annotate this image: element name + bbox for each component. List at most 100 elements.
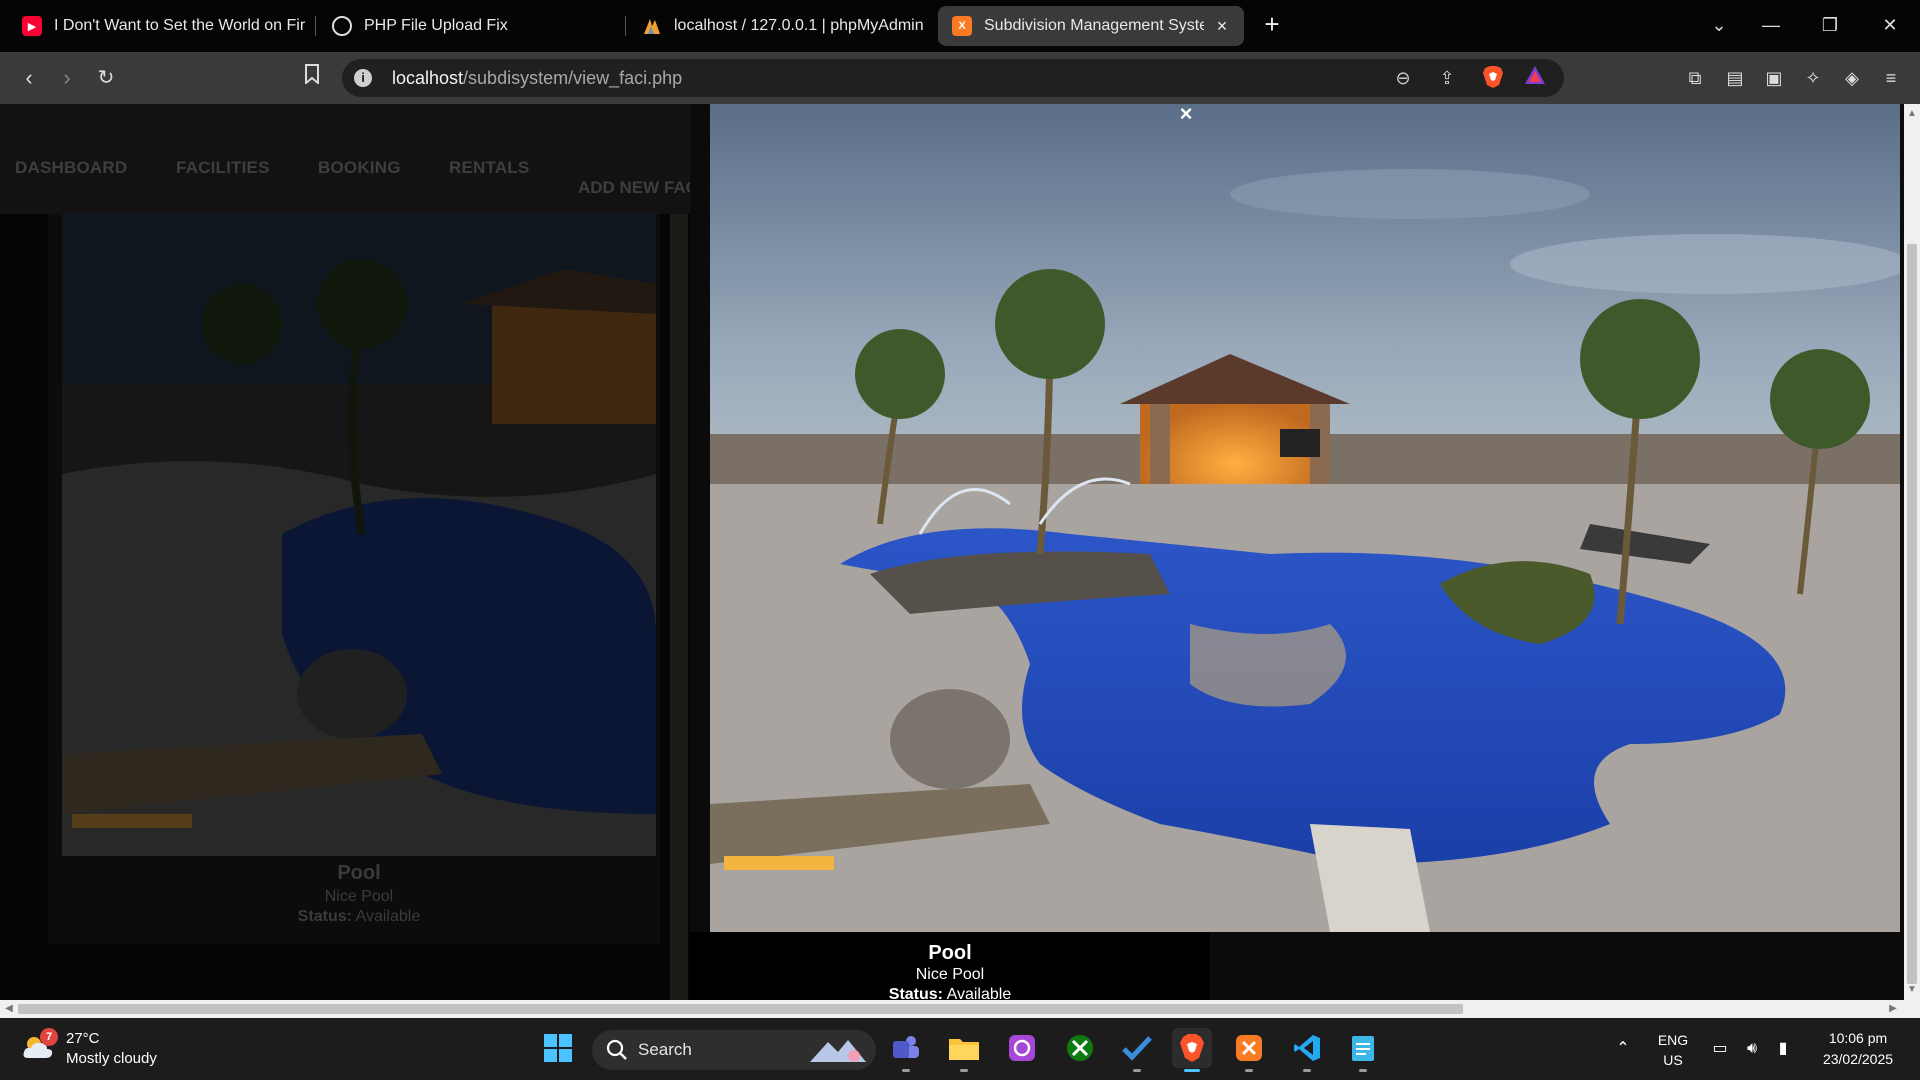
close-tab-icon[interactable]: ×	[1212, 16, 1232, 36]
facility-card-description: Nice Pool	[324, 888, 394, 905]
show-hidden-icons-chevron-icon[interactable]: ⌃	[1612, 1038, 1634, 1060]
tab-php-file-upload[interactable]: PHP File Upload Fix	[318, 6, 618, 46]
tab-title: Subdivision Management Syste	[984, 17, 1204, 34]
running-indicator	[1303, 1069, 1311, 1072]
vpn-shield-icon[interactable]: ◈	[1838, 64, 1866, 92]
tab-separator	[315, 16, 316, 36]
running-indicator	[1359, 1069, 1367, 1072]
tab-title: localhost / 127.0.0.1 | phpMyAdmin	[674, 17, 924, 34]
notepad-app[interactable]	[1343, 1028, 1383, 1072]
leo-ai-icon[interactable]: ✧	[1799, 64, 1827, 92]
next-card-edge	[670, 214, 688, 1000]
weather-description: Mostly cloudy	[66, 1050, 157, 1067]
nav-booking[interactable]: BOOKING	[318, 158, 401, 178]
network-icon[interactable]: ▭	[1709, 1038, 1731, 1060]
teams-icon	[893, 1036, 919, 1058]
bookmark-icon[interactable]	[298, 64, 326, 92]
todo-app[interactable]	[1117, 1028, 1157, 1072]
scroll-up-arrow-icon[interactable]: ▲	[1904, 106, 1920, 122]
vertical-scroll-thumb[interactable]	[1907, 244, 1917, 984]
xampp-app[interactable]	[1229, 1028, 1269, 1072]
page-viewport: DASHBOARD FACILITIES BOOKING RENTALS ADD…	[0, 104, 1904, 1000]
vscode-app[interactable]	[1287, 1028, 1327, 1072]
tab-phpmyadmin[interactable]: localhost / 127.0.0.1 | phpMyAdmin	[628, 6, 928, 46]
language-indicator-line2[interactable]: US	[1656, 1052, 1690, 1068]
chatgpt-icon	[332, 16, 352, 36]
url-text[interactable]: localhost/subdisystem/view_faci.php	[392, 68, 682, 89]
site-navbar: DASHBOARD FACILITIES BOOKING RENTALS ADD…	[0, 104, 690, 214]
weather-widget[interactable]: 7 27°C Mostly cloudy	[18, 1026, 198, 1072]
taskbar-search[interactable]: Search	[592, 1030, 876, 1070]
scroll-down-arrow-icon[interactable]: ▼	[1904, 982, 1920, 998]
weather-badge: 7	[40, 1028, 58, 1046]
brave-shields-icon[interactable]	[1480, 65, 1506, 91]
tab-title: I Don't Want to Set the World on Fir	[54, 17, 306, 34]
checkmark-icon	[1122, 1036, 1152, 1061]
share-icon[interactable]: ⇪	[1434, 65, 1460, 91]
search-highlight-icon	[810, 1040, 866, 1062]
running-indicator	[960, 1069, 968, 1072]
horizontal-scroll-thumb[interactable]	[18, 1004, 1463, 1014]
tab-title: PHP File Upload Fix	[364, 17, 508, 34]
taskbar: 7 27°C Mostly cloudy Search ⌃ ENG US ▭ 🔊…	[0, 1018, 1920, 1080]
extensions-icon[interactable]: ⧉	[1681, 64, 1709, 92]
vertical-scrollbar[interactable]: ▲ ▼	[1904, 104, 1920, 1000]
nav-rentals[interactable]: RENTALS	[449, 158, 529, 178]
modal-facility-name: Pool	[928, 942, 972, 964]
photo-app[interactable]	[1002, 1028, 1042, 1068]
running-indicator	[1184, 1069, 1200, 1072]
nav-facilities[interactable]: FACILITIES	[176, 158, 270, 178]
brave-rewards-icon[interactable]	[1522, 65, 1548, 91]
language-indicator-line1[interactable]: ENG	[1656, 1032, 1690, 1048]
modal-close-icon[interactable]: ×	[1176, 104, 1196, 125]
modal-caption: Pool Nice Pool Status: Available	[690, 932, 1210, 1000]
start-button[interactable]	[538, 1028, 578, 1068]
clock-time[interactable]: 10:06 pm	[1810, 1030, 1906, 1046]
nav-dashboard[interactable]: DASHBOARD	[15, 158, 127, 178]
tab-strip: ▶ I Don't Want to Set the World on Fir P…	[0, 0, 1920, 52]
modal-facility-image[interactable]	[710, 104, 1900, 932]
facility-card-image[interactable]	[62, 214, 656, 856]
xampp-icon	[1236, 1035, 1262, 1061]
close-window-button[interactable]: ✕	[1875, 10, 1905, 40]
battery-icon[interactable]: ▮	[1772, 1038, 1794, 1060]
teams-app[interactable]	[886, 1028, 926, 1072]
browser-toolbar: ‹ › ↻ i localhost/subdisystem/view_faci.…	[0, 52, 1920, 104]
windows-icon	[544, 1034, 572, 1062]
file-explorer-app[interactable]	[944, 1028, 984, 1072]
menu-icon[interactable]: ≡	[1877, 64, 1905, 92]
clock-date[interactable]: 23/02/2025	[1810, 1051, 1906, 1067]
address-bar[interactable]: i localhost/subdisystem/view_faci.php ⊖ …	[342, 59, 1564, 97]
restore-button[interactable]: ❐	[1815, 10, 1845, 40]
tab-subdivision-management[interactable]: X Subdivision Management Syste ×	[938, 6, 1244, 46]
back-button[interactable]: ‹	[15, 64, 43, 92]
scrollbar-corner	[1904, 1000, 1920, 1018]
zoom-out-icon[interactable]: ⊖	[1390, 65, 1416, 91]
running-indicator	[1245, 1069, 1253, 1072]
folder-icon	[949, 1039, 979, 1060]
forward-button[interactable]: ›	[53, 64, 81, 92]
tab-youtube[interactable]: ▶ I Don't Want to Set the World on Fir	[8, 6, 308, 46]
xbox-icon	[1067, 1035, 1093, 1061]
site-info-icon[interactable]: i	[354, 69, 372, 87]
search-icon	[606, 1039, 627, 1060]
running-indicator	[902, 1069, 910, 1072]
tab-search-dropdown-icon[interactable]: ⌄	[1704, 10, 1734, 40]
xampp-icon: X	[952, 16, 972, 36]
new-tab-button[interactable]: +	[1258, 10, 1286, 38]
running-indicator	[1133, 1069, 1141, 1072]
horizontal-scrollbar[interactable]: ◀ ▶	[0, 1000, 1904, 1018]
reload-button[interactable]: ↻	[92, 64, 120, 92]
scroll-right-arrow-icon[interactable]: ▶	[1884, 1000, 1902, 1018]
add-new-facility-button[interactable]: ADD NEW FAC	[578, 178, 690, 198]
scroll-left-arrow-icon[interactable]: ◀	[0, 1000, 18, 1018]
facility-card-status: Status: Available	[297, 908, 421, 925]
minimize-button[interactable]: —	[1756, 10, 1786, 40]
volume-icon[interactable]: 🔊︎	[1741, 1038, 1763, 1060]
tab-separator	[625, 16, 626, 36]
clipchamp-icon	[1009, 1035, 1035, 1061]
wallet-icon[interactable]: ▣	[1760, 64, 1788, 92]
sidebar-toggle-icon[interactable]: ▤	[1721, 64, 1749, 92]
xbox-app[interactable]	[1060, 1028, 1100, 1068]
brave-browser-app[interactable]	[1172, 1028, 1212, 1072]
